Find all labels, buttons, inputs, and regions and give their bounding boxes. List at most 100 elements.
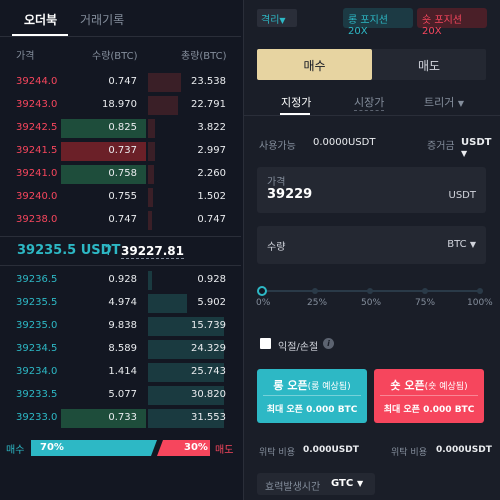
bid-price: 39234.5	[16, 343, 58, 354]
ask-price: 39238.0	[16, 214, 58, 225]
open-short-main: 숏 오픈	[390, 379, 425, 392]
bid-row[interactable]: 39235.5 4.974 5.902	[0, 292, 241, 315]
depth-bar	[148, 142, 155, 161]
type-tab-underline	[280, 113, 310, 115]
ask-row[interactable]: 39244.0 0.747 23.538	[0, 71, 241, 94]
bid-row[interactable]: 39236.5 0.928 0.928	[0, 269, 241, 292]
tpsl-label[interactable]: 익절/손절	[278, 338, 318, 353]
slider-step-50[interactable]	[367, 288, 373, 294]
open-short-button[interactable]: 숏 오픈(숏 예상됨) 최대 오픈 0.000 BTC	[374, 369, 484, 423]
tab-trade-history[interactable]: 거래기록	[80, 11, 124, 28]
bid-total: 15.739	[191, 320, 226, 331]
tab-underline	[12, 34, 68, 36]
bid-qty: 5.077	[108, 389, 137, 400]
long-leverage-chip[interactable]: 롱 포지션 20X	[343, 8, 413, 37]
fee-value-long: 0.000USDT	[303, 445, 359, 455]
ask-row[interactable]: 39241.5 0.737 2.997	[0, 140, 241, 163]
price-value[interactable]: 39229	[267, 187, 312, 202]
ask-qty: 0.747	[108, 76, 137, 87]
ratio-buy-label: 매수	[6, 445, 25, 456]
ask-total: 23.538	[191, 76, 226, 87]
available-value: 0.0000USDT	[313, 137, 376, 148]
bid-row[interactable]: 39235.0 9.838 15.739	[0, 315, 241, 338]
ratio-buy-percent: 70%	[40, 442, 64, 453]
bid-row[interactable]: 39233.0 0.733 31.553	[0, 407, 241, 430]
bid-total: 25.743	[191, 366, 226, 377]
slider-label: 0%	[256, 298, 271, 308]
bid-total: 31.553	[191, 412, 226, 423]
mark-price[interactable]: 39227.81	[121, 244, 185, 259]
bid-price: 39235.0	[16, 320, 58, 331]
time-in-force-select[interactable]: 효력발생시간 GTC ▼	[257, 473, 375, 495]
price-input[interactable]: 가격 39229 USDT	[257, 167, 486, 213]
up-arrow-icon: ↑	[102, 241, 115, 259]
tab-market[interactable]: 시장가	[354, 94, 385, 111]
ask-qty: 0.747	[108, 214, 137, 225]
header-total: 총량(BTC)	[181, 51, 227, 62]
depth-bar	[148, 165, 154, 184]
margin-currency-select[interactable]: USDT ▼	[461, 137, 491, 159]
fee-value-short: 0.000USDT	[436, 445, 492, 455]
bid-total: 24.329	[191, 343, 226, 354]
margin-mode-label: 격리	[261, 15, 280, 26]
tab-trigger[interactable]: 트리거 ▼	[424, 94, 464, 110]
ask-price: 39241.0	[16, 168, 58, 179]
time-in-force-label: 효력발생시간	[265, 482, 321, 493]
bid-row[interactable]: 39234.5 8.589 24.329	[0, 338, 241, 361]
order-type-tabs: 지정가 시장가 트리거 ▼	[244, 92, 500, 116]
open-short-max: 최대 오픈 0.000 BTC	[383, 405, 475, 415]
ask-row[interactable]: 39241.0 0.758 2.260	[0, 163, 241, 186]
ask-qty: 0.825	[108, 122, 137, 133]
bid-price: 39236.5	[16, 274, 58, 285]
mid-price-row: 39235.5 USDT ↑ 39227.81	[0, 236, 241, 266]
buy-sell-ratio: 매수 70% 30% 매도	[0, 440, 241, 456]
bid-total: 0.928	[197, 274, 226, 285]
slider-handle[interactable]	[257, 286, 267, 296]
tab-sell[interactable]: 매도	[372, 49, 486, 80]
short-leverage-chip[interactable]: 숏 포지션 20X	[417, 8, 487, 37]
depth-bar	[148, 294, 187, 313]
time-in-force-value: GTC	[331, 478, 354, 489]
caret-down-icon: ▼	[457, 99, 465, 108]
ratio-sell-percent: 30%	[184, 442, 208, 453]
open-long-main: 롱 오픈	[273, 379, 308, 392]
header-qty: 수량(BTC)	[92, 51, 138, 62]
slider-step-100[interactable]	[477, 288, 483, 294]
bid-price: 39233.0	[16, 412, 58, 423]
slider-step-25[interactable]	[312, 288, 318, 294]
tab-buy[interactable]: 매수	[257, 49, 372, 80]
header-price: 가격	[16, 51, 35, 62]
bid-rows: 39236.5 0.928 0.928 39235.5 4.974 5.902 39235.…	[0, 269, 241, 430]
bid-row[interactable]: 39233.5 5.077 30.820	[0, 384, 241, 407]
depth-bar	[148, 188, 153, 207]
button-divider	[263, 395, 361, 396]
ask-row[interactable]: 39238.0 0.747 0.747	[0, 209, 241, 232]
ask-total: 1.502	[197, 191, 226, 202]
ask-total: 0.747	[197, 214, 226, 225]
depth-bar	[148, 211, 152, 230]
quantity-slider[interactable]	[257, 286, 486, 296]
margin-mode-select[interactable]: 격리▼	[257, 9, 297, 27]
available-balance-row: 사용가능 0.0000USDT 증거금 USDT ▼	[259, 137, 491, 158]
open-long-button[interactable]: 롱 오픈(롱 예상됨) 최대 오픈 0.000 BTC	[257, 369, 367, 423]
margin-label: 증거금	[427, 141, 455, 152]
order-book-header: 가격 수량(BTC) 총량(BTC)	[0, 47, 241, 62]
ask-row[interactable]: 39240.0 0.755 1.502	[0, 186, 241, 209]
ask-total: 2.260	[197, 168, 226, 179]
quantity-unit-select[interactable]: BTC ▼	[447, 239, 476, 250]
info-icon[interactable]: i	[323, 338, 334, 349]
quantity-input[interactable]: 수량 BTC ▼	[257, 226, 486, 264]
ask-row[interactable]: 39242.5 0.825 3.822	[0, 117, 241, 140]
bid-row[interactable]: 39234.0 1.414 25.743	[0, 361, 241, 384]
quantity-unit-label: BTC	[447, 239, 467, 250]
ask-price: 39243.0	[16, 99, 58, 110]
tab-order-book[interactable]: 오더북	[24, 11, 57, 28]
open-long-max: 최대 오픈 0.000 BTC	[266, 405, 358, 415]
bid-qty: 9.838	[108, 320, 137, 331]
tab-limit[interactable]: 지정가	[281, 94, 311, 110]
ask-row[interactable]: 39243.0 18.970 22.791	[0, 94, 241, 117]
bid-qty: 4.974	[108, 297, 137, 308]
slider-step-75[interactable]	[422, 288, 428, 294]
tpsl-checkbox[interactable]	[260, 338, 271, 349]
bid-total: 5.902	[197, 297, 226, 308]
